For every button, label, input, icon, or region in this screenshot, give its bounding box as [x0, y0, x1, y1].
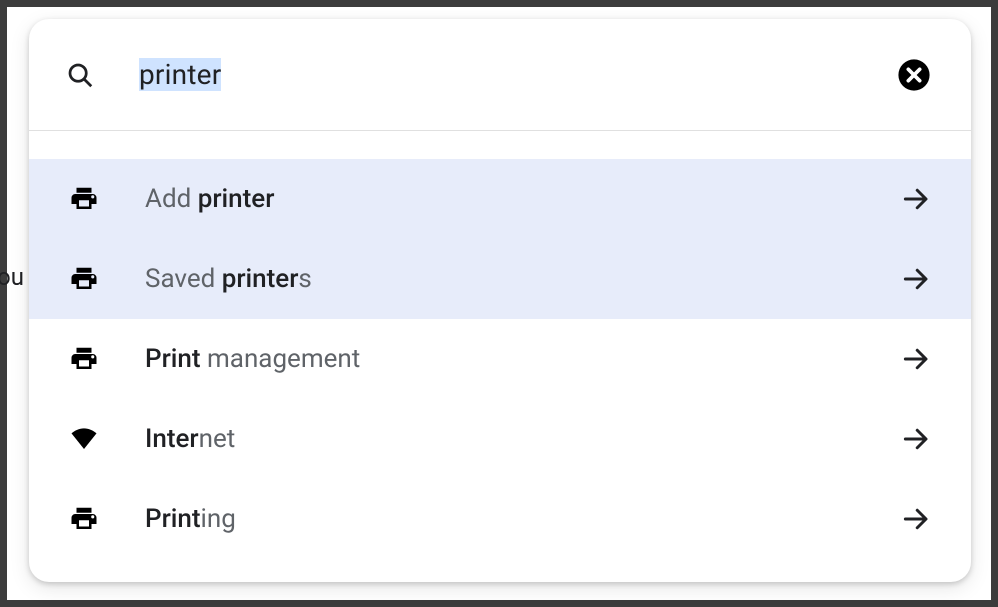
arrow-right-icon: [901, 344, 931, 374]
search-result-label: Printing: [145, 504, 901, 534]
search-result-item[interactable]: Saved printers: [29, 239, 971, 319]
search-result-label: Saved printers: [145, 264, 901, 294]
search-result-item[interactable]: Internet: [29, 399, 971, 479]
search-dropdown-card: printer Add printer Saved printers Print m…: [29, 19, 971, 582]
spacer: [29, 131, 971, 159]
print-icon: [69, 344, 99, 374]
search-result-item[interactable]: Printing: [29, 479, 971, 559]
arrow-right-icon: [901, 264, 931, 294]
search-results: Add printer Saved printers Print managemen…: [29, 159, 971, 559]
print-icon: [69, 504, 99, 534]
clear-search-button[interactable]: [897, 58, 931, 92]
search-row: printer: [29, 19, 971, 131]
search-input[interactable]: printer: [139, 58, 853, 91]
search-result-label: Print management: [145, 344, 901, 374]
background-text: ou: [0, 263, 24, 291]
search-result-item[interactable]: Add printer: [29, 159, 971, 239]
print-icon: [69, 184, 99, 214]
print-icon: [69, 264, 99, 294]
arrow-right-icon: [901, 424, 931, 454]
search-result-item[interactable]: Print management: [29, 319, 971, 399]
search-result-label: Add printer: [145, 184, 901, 214]
close-circle-icon: [897, 58, 931, 92]
search-result-label: Internet: [145, 424, 901, 454]
arrow-right-icon: [901, 504, 931, 534]
search-icon: [65, 60, 95, 90]
arrow-right-icon: [901, 184, 931, 214]
wifi-icon: [69, 424, 99, 454]
